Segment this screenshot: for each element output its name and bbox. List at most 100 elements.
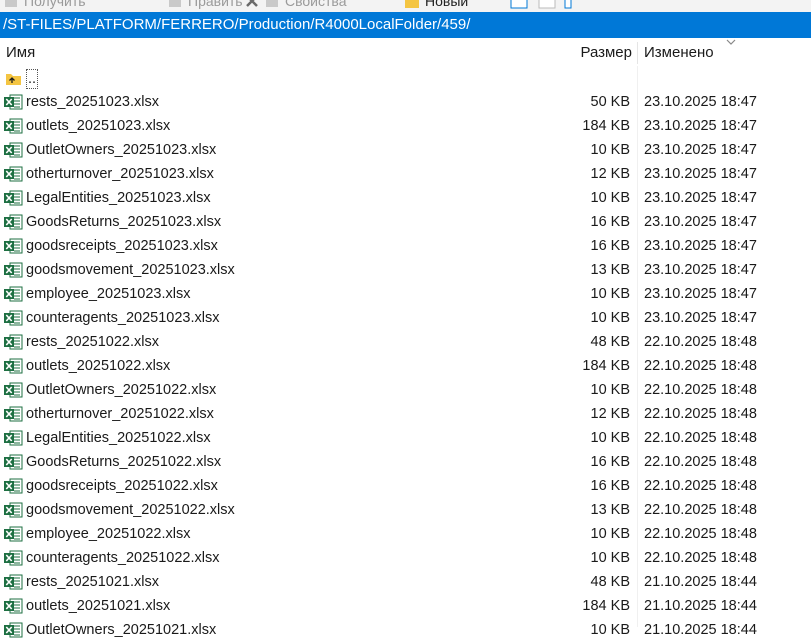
file-row[interactable]: counteragents_20251023.xlsx 10 KB 23.10.20… — [0, 306, 811, 330]
file-size: 10 KB — [590, 310, 631, 326]
file-row[interactable]: OutletOwners_20251021.xlsx 10 KB 21.10.202… — [0, 618, 811, 642]
file-size: 10 KB — [590, 142, 631, 158]
file-modified: 23.10.2025 18:47 — [644, 94, 757, 110]
file-modified: 23.10.2025 18:47 — [644, 262, 757, 278]
file-name: GoodsReturns_20251022.xlsx — [26, 454, 222, 470]
new-folder-icon — [405, 0, 419, 8]
toolbar: Получить Править Свойства Новый — [0, 0, 811, 12]
file-size: 184 KB — [582, 358, 630, 374]
column-name-header[interactable]: Имя — [6, 38, 35, 66]
file-row[interactable]: otherturnover_20251023.xlsx 12 KB 23.10.20… — [0, 162, 811, 186]
excel-file-icon — [4, 598, 23, 614]
properties-icon — [266, 0, 278, 7]
excel-file-icon — [4, 574, 23, 590]
file-row[interactable]: OutletOwners_20251022.xlsx 10 KB 22.10.202… — [0, 378, 811, 402]
file-name: counteragents_20251023.xlsx — [26, 310, 220, 326]
excel-file-icon — [4, 454, 23, 470]
file-row[interactable]: GoodsReturns_20251022.xlsx 16 KB 22.10.202… — [0, 450, 811, 474]
chevron-down-icon — [726, 39, 736, 45]
file-row[interactable]: employee_20251023.xlsx 10 KB 23.10.2025 18… — [0, 282, 811, 306]
new-label: Новый — [425, 0, 469, 9]
file-row[interactable]: rests_20251023.xlsx 50 KB 23.10.2025 18:47 — [0, 90, 811, 114]
excel-file-icon — [4, 214, 23, 230]
new-button[interactable]: Новый — [405, 0, 468, 9]
file-modified: 22.10.2025 18:48 — [644, 478, 757, 494]
file-modified: 22.10.2025 18:48 — [644, 334, 757, 350]
file-modified: 22.10.2025 18:48 — [644, 358, 757, 374]
properties-label: Свойства — [285, 0, 347, 9]
file-modified: 23.10.2025 18:47 — [644, 166, 757, 182]
column-divider[interactable] — [637, 42, 638, 64]
file-size: 10 KB — [590, 430, 631, 446]
file-row[interactable]: rests_20251021.xlsx 48 KB 21.10.2025 18:44 — [0, 570, 811, 594]
file-name: OutletOwners_20251023.xlsx — [26, 142, 217, 158]
file-modified: 23.10.2025 18:47 — [644, 214, 757, 230]
excel-file-icon — [4, 622, 23, 638]
file-name: OutletOwners_20251022.xlsx — [26, 382, 217, 398]
file-row[interactable]: GoodsReturns_20251023.xlsx 16 KB 23.10.202… — [0, 210, 811, 234]
excel-file-icon — [4, 334, 23, 350]
file-row[interactable]: LegalEntities_20251023.xlsx 10 KB 23.10.20… — [0, 186, 811, 210]
file-size: 13 KB — [590, 262, 631, 278]
file-name: goodsmovement_20251022.xlsx — [26, 502, 235, 518]
edit-button[interactable]: Править — [168, 0, 243, 9]
file-size: 184 KB — [582, 598, 630, 614]
column-modified-header[interactable]: Изменено — [644, 38, 714, 66]
delete-icon — [246, 0, 258, 7]
file-name: otherturnover_20251023.xlsx — [26, 166, 214, 182]
file-row[interactable]: goodsreceipts_20251023.xlsx 16 KB 23.10.20… — [0, 234, 811, 258]
file-row[interactable]: OutletOwners_20251023.xlsx 10 KB 23.10.202… — [0, 138, 811, 162]
excel-file-icon — [4, 310, 23, 326]
file-name: employee_20251023.xlsx — [26, 286, 191, 302]
file-modified: 22.10.2025 18:48 — [644, 454, 757, 470]
file-modified: 21.10.2025 18:44 — [644, 574, 757, 590]
file-row[interactable]: employee_20251022.xlsx 10 KB 22.10.2025 18… — [0, 522, 811, 546]
file-row[interactable]: outlets_20251022.xlsx 184 KB 22.10.2025 18… — [0, 354, 811, 378]
file-modified: 23.10.2025 18:47 — [644, 238, 757, 254]
file-row[interactable]: outlets_20251021.xlsx 184 KB 21.10.2025 18… — [0, 594, 811, 618]
file-modified: 22.10.2025 18:48 — [644, 526, 757, 542]
file-modified: 21.10.2025 18:44 — [644, 598, 757, 614]
file-size: 50 KB — [590, 94, 631, 110]
file-size: 16 KB — [590, 454, 631, 470]
file-size: 184 KB — [582, 118, 630, 134]
file-row[interactable]: outlets_20251023.xlsx 184 KB 23.10.2025 18… — [0, 114, 811, 138]
file-modified: 23.10.2025 18:47 — [644, 118, 757, 134]
edit-icon — [169, 0, 181, 7]
excel-file-icon — [4, 478, 23, 494]
excel-file-icon — [4, 94, 23, 110]
excel-file-icon — [4, 526, 23, 542]
file-name: goodsmovement_20251023.xlsx — [26, 262, 235, 278]
file-row[interactable]: counteragents_20251022.xlsx 10 KB 22.10.20… — [0, 546, 811, 570]
download-button[interactable]: Получить — [4, 0, 86, 9]
column-size-header[interactable]: Размер — [580, 38, 632, 66]
excel-file-icon — [4, 262, 23, 278]
file-row[interactable]: goodsmovement_20251023.xlsx 13 KB 23.10.20… — [0, 258, 811, 282]
file-modified: 22.10.2025 18:48 — [644, 406, 757, 422]
file-row[interactable]: rests_20251022.xlsx 48 KB 22.10.2025 18:48 — [0, 330, 811, 354]
file-name: LegalEntities_20251022.xlsx — [26, 430, 211, 446]
file-modified: 22.10.2025 18:48 — [644, 430, 757, 446]
parent-folder-row[interactable]: .. — [0, 66, 811, 90]
file-name: outlets_20251022.xlsx — [26, 358, 171, 374]
file-size: 16 KB — [590, 238, 631, 254]
current-path[interactable]: /ST-FILES/PLATFORM/FERRERO/Production/R4… — [0, 12, 811, 38]
excel-file-icon — [4, 166, 23, 182]
file-name: goodsreceipts_20251023.xlsx — [26, 238, 218, 254]
file-size: 48 KB — [590, 574, 631, 590]
file-name: outlets_20251021.xlsx — [26, 598, 171, 614]
view-toggle-icon — [510, 0, 572, 9]
file-name: outlets_20251023.xlsx — [26, 118, 171, 134]
view-controls[interactable] — [510, 0, 572, 9]
properties-button[interactable]: Свойства — [245, 0, 346, 9]
file-modified: 23.10.2025 18:47 — [644, 142, 757, 158]
excel-file-icon — [4, 238, 23, 254]
file-row[interactable]: goodsmovement_20251022.xlsx 13 KB 22.10.20… — [0, 498, 811, 522]
file-row[interactable]: goodsreceipts_20251022.xlsx 16 KB 22.10.20… — [0, 474, 811, 498]
file-row[interactable]: LegalEntities_20251022.xlsx 10 KB 22.10.20… — [0, 426, 811, 450]
file-size: 10 KB — [590, 190, 631, 206]
file-modified: 23.10.2025 18:47 — [644, 310, 757, 326]
file-row[interactable]: otherturnover_20251022.xlsx 12 KB 22.10.20… — [0, 402, 811, 426]
file-modified: 22.10.2025 18:48 — [644, 502, 757, 518]
file-name: rests_20251022.xlsx — [26, 334, 159, 350]
